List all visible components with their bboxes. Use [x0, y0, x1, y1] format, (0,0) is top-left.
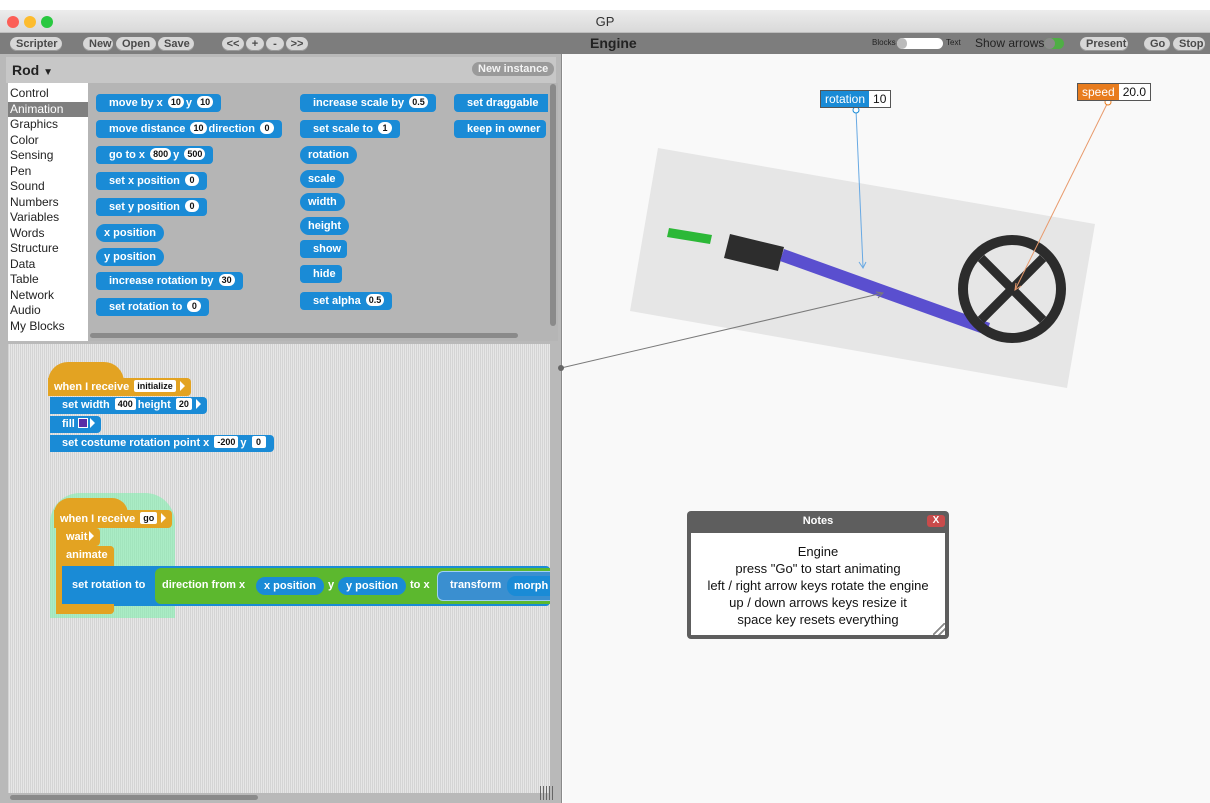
watcher-label: speed: [1078, 84, 1119, 100]
notes-body[interactable]: Engine press "Go" to start animating lef…: [691, 533, 945, 635]
stage-graphics: [558, 98, 1112, 388]
close-icon[interactable]: X: [927, 515, 945, 527]
speed-watcher[interactable]: speed 20.0: [1077, 83, 1152, 101]
rotation-watcher[interactable]: rotation 10: [820, 90, 892, 108]
notes-title: Notes: [802, 515, 834, 527]
watcher-value: 20.0: [1122, 85, 1147, 99]
notes-line: left / right arrow keys rotate the engin…: [707, 578, 929, 593]
notes-line: Engine: [797, 544, 839, 559]
notes-line: up / down arrows keys resize it: [729, 595, 907, 610]
notes-line: press "Go" to start animating: [735, 561, 901, 576]
notes-window[interactable]: Notes X Engine press "Go" to start anima…: [687, 511, 949, 639]
instance-arrow-origin: [558, 365, 564, 371]
notes-line: space key resets everything: [737, 612, 899, 627]
watcher-label: rotation: [821, 91, 870, 107]
resize-handle-icon[interactable]: [933, 623, 945, 635]
watcher-value: 10: [873, 92, 887, 106]
